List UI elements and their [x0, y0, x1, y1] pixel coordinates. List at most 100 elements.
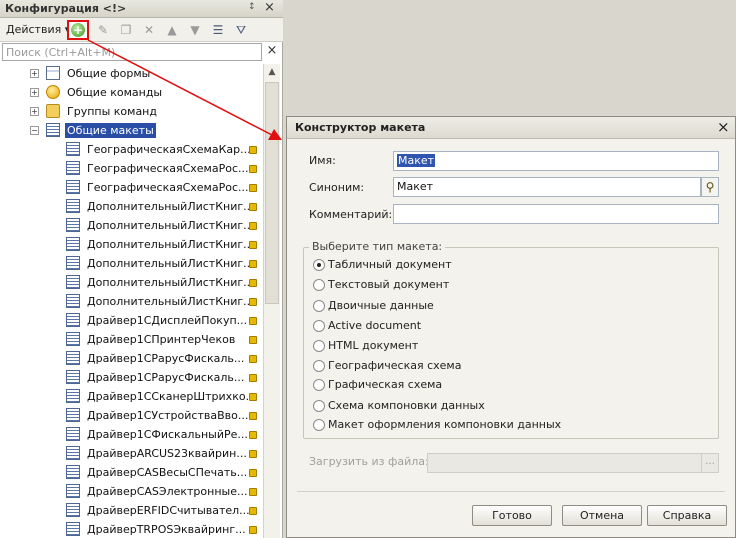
collapse-icon[interactable]: − — [30, 126, 39, 135]
tree-item-label: ДополнительныйЛистКниг... — [87, 200, 254, 213]
tree-group-label: Группы команд — [67, 105, 157, 118]
tree-item-label: ДрайверERFIDСчитывател... — [87, 504, 250, 517]
tree-item-label: ДополнительныйЛистКниг... — [87, 219, 254, 232]
tree-item[interactable]: Драйвер1СПринтерЧеков — [0, 330, 263, 349]
layout-icon — [66, 446, 80, 460]
actions-menu[interactable]: Действия ▾ — [6, 23, 70, 36]
browse-button[interactable]: ... — [701, 453, 719, 473]
tree-group-command-groups[interactable]: + Группы команд — [0, 102, 263, 121]
synonym-field[interactable]: Макет — [393, 177, 701, 197]
radio-label: HTML документ — [328, 339, 419, 352]
radio-button[interactable] — [313, 259, 325, 271]
tree-item-label: ДрайверTRPOSЭквайринг... — [87, 523, 246, 536]
copy-icon[interactable]: ❐ — [118, 22, 134, 38]
cancel-button[interactable]: Отмена — [562, 505, 642, 526]
layout-icon — [66, 199, 80, 213]
tree-item[interactable]: ГеографическаяСхемаКар... — [0, 140, 263, 159]
load-from-file-field[interactable] — [427, 453, 703, 473]
name-field[interactable]: Макет — [393, 151, 719, 171]
tree-item[interactable]: ДополнительныйЛистКниг... — [0, 292, 263, 311]
comment-field[interactable] — [393, 204, 719, 224]
layout-icon — [66, 313, 80, 327]
tree-item[interactable]: ДополнительныйЛистКниг... — [0, 197, 263, 216]
tree-item[interactable]: ДополнительныйЛистКниг... — [0, 254, 263, 273]
layout-icon — [66, 218, 80, 232]
tree-item[interactable]: ГеографическаяСхемаРос... — [0, 178, 263, 197]
load-from-file-label: Загрузить из файла: — [309, 455, 429, 468]
layout-type-group-title: Выберите тип макета: — [309, 240, 446, 253]
panel-close-icon[interactable]: × — [264, 0, 275, 15]
layout-icon — [66, 370, 80, 384]
move-up-icon[interactable]: ▲ — [164, 22, 180, 38]
tree-item-label: Драйвер1ССканерШтрихко... — [87, 390, 257, 403]
tree-item[interactable]: Драйвер1ССканерШтрихко... — [0, 387, 263, 406]
tree-item[interactable]: Драйвер1СРарусФискаль... — [0, 368, 263, 387]
lock-icon — [249, 526, 257, 534]
tree-item[interactable]: ДополнительныйЛистКниг... — [0, 273, 263, 292]
expand-icon[interactable]: + — [30, 88, 39, 97]
tree-item[interactable]: ДрайверTRPOSЭквайринг... — [0, 520, 263, 538]
radio-button[interactable] — [313, 320, 325, 332]
tree-item[interactable]: ДрайверCASЭлектронные... — [0, 482, 263, 501]
tree-group-common-forms[interactable]: + Общие формы — [0, 64, 263, 83]
expand-icon[interactable]: + — [30, 107, 39, 116]
tree-item[interactable]: ДополнительныйЛистКниг... — [0, 216, 263, 235]
tree-scrollbar[interactable]: ▲ — [263, 64, 280, 538]
radio-button[interactable] — [313, 379, 325, 391]
tree-item[interactable]: ДрайверARCUS23квайрин... — [0, 444, 263, 463]
search-input[interactable]: Поиск (Ctrl+Alt+M) — [2, 43, 262, 61]
radio-button[interactable] — [313, 300, 325, 312]
tree-item-label: ДополнительныйЛистКниг... — [87, 238, 254, 251]
layout-icon — [66, 503, 80, 517]
expand-icon[interactable]: + — [30, 69, 39, 78]
tree-item[interactable]: Драйвер1СРарусФискаль... — [0, 349, 263, 368]
tree-item[interactable]: Драйвер1СУстройстваВво... — [0, 406, 263, 425]
radio-label: Графическая схема — [328, 378, 443, 391]
dialog-close-icon[interactable]: × — [717, 118, 730, 136]
layout-icon — [46, 123, 60, 137]
tree-item-label: ДополнительныйЛистКниг... — [87, 295, 254, 308]
tree-item[interactable]: ГеографическаяСхемаРос... — [0, 159, 263, 178]
tree-item[interactable]: Драйвер1СФискальныйРе... — [0, 425, 263, 444]
radio-button[interactable] — [313, 279, 325, 291]
radio-label: Active document — [328, 319, 422, 332]
tree-item-label: ДополнительныйЛистКниг... — [87, 276, 254, 289]
properties-icon[interactable]: ☰ — [210, 22, 226, 38]
tree-item[interactable]: Драйвер1СДисплейПокуп... — [0, 311, 263, 330]
search-clear-icon[interactable]: × — [264, 43, 280, 61]
configuration-tree: + Общие формы + Общие команды + Группы к… — [0, 64, 263, 538]
tree-group-common-layouts[interactable]: − Общие макеты — [0, 121, 263, 140]
layout-icon — [66, 427, 80, 441]
ok-button[interactable]: Готово — [472, 505, 552, 526]
add-button[interactable]: + — [67, 20, 89, 40]
synonym-label: Синоним: — [309, 181, 365, 194]
tree-group-label: Общие формы — [67, 67, 151, 80]
radio-button[interactable] — [313, 400, 325, 412]
radio-button[interactable] — [313, 419, 325, 431]
radio-button[interactable] — [313, 340, 325, 352]
edit-icon[interactable]: ✎ — [95, 22, 111, 38]
lock-icon — [249, 203, 257, 211]
tree-item-label: ДрайверARCUS23квайрин... — [87, 447, 247, 460]
radio-button[interactable] — [313, 360, 325, 372]
search-icon[interactable]: ⚲ — [701, 177, 719, 197]
pin-icon[interactable]: ↕ — [248, 2, 256, 12]
name-label: Имя: — [309, 154, 336, 167]
lock-icon — [249, 336, 257, 344]
delete-icon[interactable]: ✕ — [141, 22, 157, 38]
tree-group-common-commands[interactable]: + Общие команды — [0, 83, 263, 102]
layout-icon — [66, 161, 80, 175]
layout-icon — [66, 332, 80, 346]
tree-item[interactable]: ДрайверCASВесыСПечать... — [0, 463, 263, 482]
dialog-separator — [297, 491, 725, 492]
scroll-up-icon[interactable]: ▲ — [264, 64, 280, 80]
tree-group-label: Общие команды — [67, 86, 163, 99]
lock-icon — [249, 450, 257, 458]
help-button[interactable]: Справка — [647, 505, 727, 526]
filter-icon[interactable]: ⛛ — [233, 22, 249, 38]
tree-item[interactable]: ДрайверERFIDСчитывател... — [0, 501, 263, 520]
tree-item[interactable]: ДополнительныйЛистКниг... — [0, 235, 263, 254]
scroll-thumb[interactable] — [265, 82, 279, 304]
move-down-icon[interactable]: ▼ — [187, 22, 203, 38]
radio-label: Схема компоновки данных — [328, 399, 485, 412]
